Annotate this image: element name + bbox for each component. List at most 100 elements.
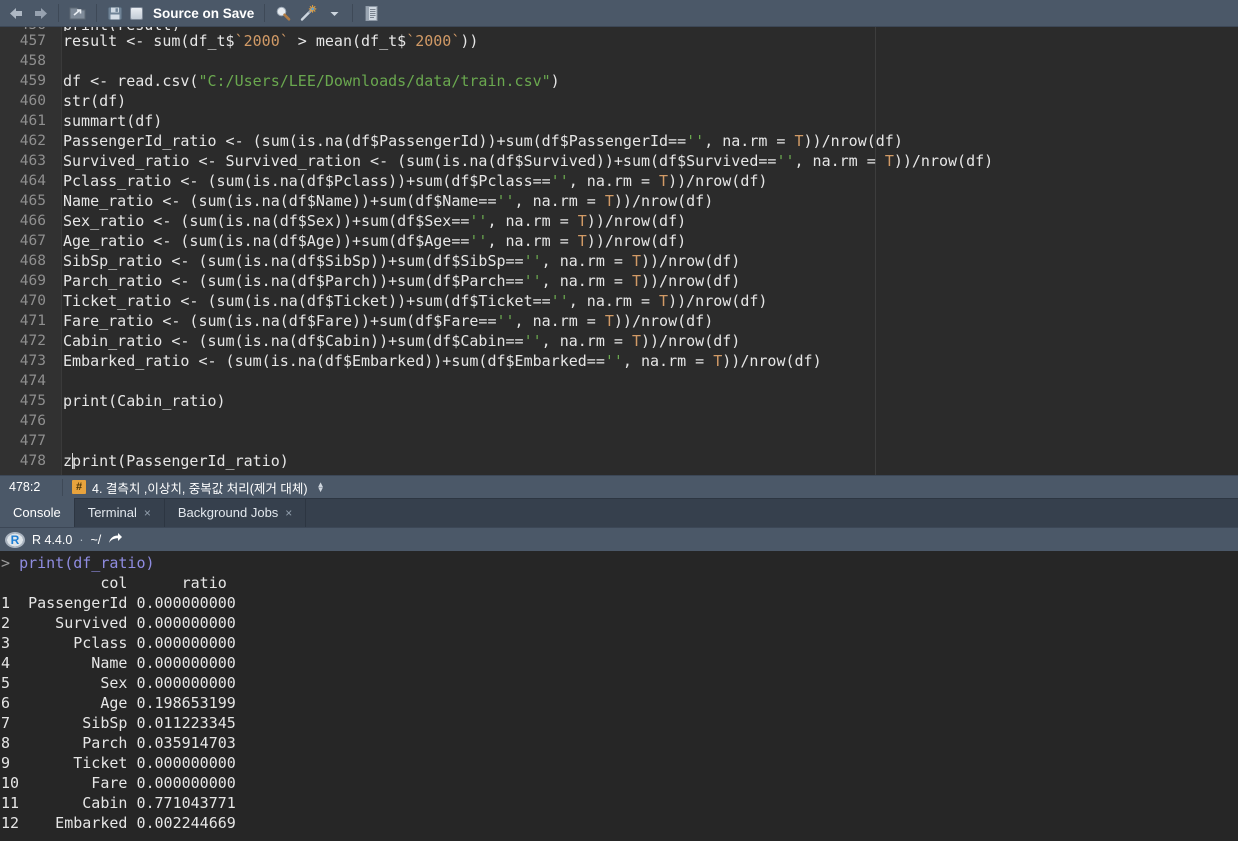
console-output[interactable]: > print(df_ratio) col ratio 1 PassengerId… bbox=[0, 551, 1238, 841]
editor-toolbar: Source on Save bbox=[0, 0, 1238, 27]
line-number: 473 bbox=[19, 353, 46, 369]
line-number: 458 bbox=[19, 53, 46, 69]
line-number: 463 bbox=[19, 153, 46, 169]
source-editor[interactable]: 456print(result)457result <- sum(df_t$`2… bbox=[0, 27, 1238, 475]
line-code[interactable]: summart(df) bbox=[54, 111, 162, 131]
editor-line[interactable]: 462 PassengerId_ratio <- (sum(is.na(df$Pa… bbox=[0, 131, 1238, 151]
header-separator: · bbox=[79, 532, 84, 547]
editor-line[interactable]: 470 Ticket_ratio <- (sum(is.na(df$Ticket)… bbox=[0, 291, 1238, 311]
line-code[interactable]: Pclass_ratio <- (sum(is.na(df$Pclass))+s… bbox=[54, 171, 767, 191]
editor-line[interactable]: 478 zprint(PassengerId_ratio) bbox=[0, 451, 1238, 471]
checkbox-box bbox=[130, 6, 143, 20]
line-code[interactable]: result <- sum(df_t$`2000` > mean(df_t$`2… bbox=[54, 31, 478, 51]
console-table-row: 6 Age 0.198653199 bbox=[1, 694, 236, 712]
editor-line[interactable]: 471 Fare_ratio <- (sum(is.na(df$Fare))+su… bbox=[0, 311, 1238, 331]
editor-line[interactable]: 468 SibSp_ratio <- (sum(is.na(df$SibSp))+… bbox=[0, 251, 1238, 271]
line-code[interactable]: Parch_ratio <- (sum(is.na(df$Parch))+sum… bbox=[54, 271, 740, 291]
line-code[interactable]: Sex_ratio <- (sum(is.na(df$Sex))+sum(df$… bbox=[54, 211, 686, 231]
editor-line[interactable]: 469 Parch_ratio <- (sum(is.na(df$Parch))+… bbox=[0, 271, 1238, 291]
line-number: 459 bbox=[19, 73, 46, 89]
line-code[interactable] bbox=[54, 431, 63, 451]
save-icon[interactable] bbox=[103, 1, 127, 26]
code-tools-wand-icon[interactable] bbox=[296, 1, 322, 26]
console-table-row: 5 Sex 0.000000000 bbox=[1, 674, 236, 692]
line-code[interactable]: Survived_ratio <- Survived_ration <- (su… bbox=[54, 151, 993, 171]
console-table-row: 11 Cabin 0.771043771 bbox=[1, 794, 236, 812]
tab-label: Terminal bbox=[87, 505, 137, 520]
line-number: 470 bbox=[19, 293, 46, 309]
line-code[interactable]: Fare_ratio <- (sum(is.na(df$Fare))+sum(d… bbox=[54, 311, 713, 331]
back-arrow-icon[interactable] bbox=[4, 1, 28, 26]
working-directory-label[interactable]: ~/ bbox=[90, 533, 101, 547]
console-table-row: 4 Name 0.000000000 bbox=[1, 654, 236, 672]
line-code[interactable]: Age_ratio <- (sum(is.na(df$Age))+sum(df$… bbox=[54, 231, 686, 251]
code-section-label: 4. 결측치 ,이상치, 중복값 처리(제거 대체) bbox=[92, 481, 308, 496]
notebook-icon[interactable] bbox=[359, 1, 383, 26]
editor-line[interactable]: 461 summart(df) bbox=[0, 111, 1238, 131]
editor-line[interactable]: 457 result <- sum(df_t$`2000` > mean(df_t… bbox=[0, 31, 1238, 51]
editor-status-bar: 478:2 # 4. 결측치 ,이상치, 중복값 처리(제거 대체) ▲ ▼ bbox=[0, 475, 1238, 498]
editor-line[interactable]: 477 bbox=[0, 431, 1238, 451]
line-code[interactable] bbox=[54, 51, 63, 71]
line-number: 476 bbox=[19, 413, 46, 429]
editor-line[interactable]: 460 str(df) bbox=[0, 91, 1238, 111]
line-number: 464 bbox=[19, 173, 46, 189]
editor-line[interactable]: 472 Cabin_ratio <- (sum(is.na(df$Cabin))+… bbox=[0, 331, 1238, 351]
line-number: 462 bbox=[19, 133, 46, 149]
line-code[interactable] bbox=[54, 371, 63, 391]
console-table-row: 8 Parch 0.035914703 bbox=[1, 734, 236, 752]
line-code[interactable]: print(Cabin_ratio) bbox=[54, 391, 226, 411]
popout-arrow-icon[interactable] bbox=[108, 532, 123, 548]
line-number: 467 bbox=[19, 233, 46, 249]
line-code[interactable]: Name_ratio <- (sum(is.na(df$Name))+sum(d… bbox=[54, 191, 713, 211]
editor-line[interactable]: 467 Age_ratio <- (sum(is.na(df$Age))+sum(… bbox=[0, 231, 1238, 251]
line-code[interactable]: SibSp_ratio <- (sum(is.na(df$SibSp))+sum… bbox=[54, 251, 740, 271]
hash-badge-icon: # bbox=[72, 480, 86, 494]
editor-line[interactable]: 463 Survived_ratio <- Survived_ration <- … bbox=[0, 151, 1238, 171]
editor-line[interactable]: 464 Pclass_ratio <- (sum(is.na(df$Pclass)… bbox=[0, 171, 1238, 191]
line-number: 466 bbox=[19, 213, 46, 229]
tab-label: Console bbox=[13, 505, 61, 520]
source-on-save-checkbox[interactable] bbox=[127, 1, 151, 26]
toolbar-separator-2 bbox=[96, 4, 97, 22]
console-table-row: 9 Ticket 0.000000000 bbox=[1, 754, 236, 772]
cursor-position: 478:2 bbox=[9, 480, 41, 494]
line-number: 460 bbox=[19, 93, 46, 109]
editor-line[interactable]: 465 Name_ratio <- (sum(is.na(df$Name))+su… bbox=[0, 191, 1238, 211]
editor-line[interactable]: 466 Sex_ratio <- (sum(is.na(df$Sex))+sum(… bbox=[0, 211, 1238, 231]
line-code[interactable]: Ticket_ratio <- (sum(is.na(df$Ticket))+s… bbox=[54, 291, 767, 311]
editor-code-area[interactable]: 456print(result)457result <- sum(df_t$`2… bbox=[0, 27, 1238, 475]
tab-console[interactable]: Console bbox=[0, 498, 75, 527]
tab-terminal[interactable]: Terminal × bbox=[75, 498, 165, 527]
editor-line[interactable]: 458 bbox=[0, 51, 1238, 71]
line-code[interactable]: df <- read.csv("C:/Users/LEE/Downloads/d… bbox=[54, 71, 560, 91]
line-code[interactable]: Embarked_ratio <- (sum(is.na(df$Embarked… bbox=[54, 351, 822, 371]
editor-line[interactable]: 474 bbox=[0, 371, 1238, 391]
editor-line[interactable]: 476 bbox=[0, 411, 1238, 431]
chevron-down-icon[interactable] bbox=[322, 1, 346, 26]
editor-line[interactable]: 475 print(Cabin_ratio) bbox=[0, 391, 1238, 411]
line-number: 469 bbox=[19, 273, 46, 289]
close-icon[interactable]: × bbox=[285, 506, 292, 520]
tab-label: Background Jobs bbox=[177, 505, 279, 520]
open-file-icon[interactable] bbox=[65, 1, 90, 26]
line-code[interactable]: PassengerId_ratio <- (sum(is.na(df$Passe… bbox=[54, 131, 903, 151]
line-number: 465 bbox=[19, 193, 46, 209]
console-pane-tabs[interactable]: Console Terminal × Background Jobs × bbox=[0, 498, 1238, 527]
editor-line[interactable]: 473 Embarked_ratio <- (sum(is.na(df$Embar… bbox=[0, 351, 1238, 371]
line-code[interactable]: Cabin_ratio <- (sum(is.na(df$Cabin))+sum… bbox=[54, 331, 740, 351]
line-code[interactable] bbox=[54, 411, 63, 431]
code-section-selector[interactable]: # 4. 결측치 ,이상치, 중복값 처리(제거 대체) ▲ ▼ bbox=[63, 478, 324, 497]
line-number: 461 bbox=[19, 113, 46, 129]
line-code[interactable]: str(df) bbox=[54, 91, 126, 111]
console-table-row: 1 PassengerId 0.000000000 bbox=[1, 594, 236, 612]
magnifier-icon[interactable] bbox=[271, 1, 296, 26]
section-updown-icon[interactable]: ▲ ▼ bbox=[317, 481, 325, 494]
tab-background-jobs[interactable]: Background Jobs × bbox=[165, 498, 307, 527]
console-table-header: col ratio bbox=[1, 574, 227, 592]
editor-line[interactable]: 459 df <- read.csv("C:/Users/LEE/Download… bbox=[0, 71, 1238, 91]
line-code[interactable]: zprint(PassengerId_ratio) bbox=[54, 451, 289, 471]
line-number: 472 bbox=[19, 333, 46, 349]
forward-arrow-icon[interactable] bbox=[28, 1, 52, 26]
close-icon[interactable]: × bbox=[144, 506, 151, 520]
